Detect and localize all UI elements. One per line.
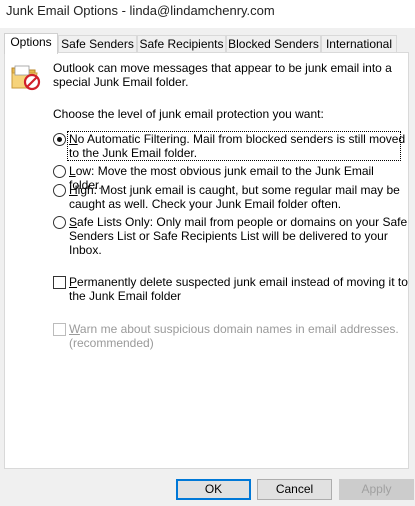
- title-bar: Junk Email Options - linda@lindamchenry.…: [0, 0, 415, 28]
- tab-safe-senders-label: Safe Senders: [61, 37, 134, 51]
- no-filtering-radio[interactable]: [53, 133, 66, 146]
- access-key-p: P: [69, 275, 78, 289]
- tab-international[interactable]: International: [321, 35, 397, 53]
- tab-strip: Options Safe Senders Safe Recipients Blo…: [4, 33, 409, 54]
- tab-safe-senders[interactable]: Safe Senders: [58, 35, 137, 53]
- ok-button[interactable]: OK: [176, 479, 251, 500]
- tab-options[interactable]: Options: [4, 33, 58, 54]
- access-key-s: S: [69, 215, 78, 229]
- warn-suspicious-checkbox[interactable]: [53, 323, 66, 336]
- permanently-delete-label-line-1[interactable]: Permanently delete suspected junk email …: [69, 275, 408, 289]
- tab-international-label: International: [325, 37, 393, 51]
- high-label-line-2[interactable]: caught as well. Check your Junk Email fo…: [69, 197, 341, 211]
- protection-heading: Choose the level of junk email protectio…: [53, 107, 324, 121]
- tab-blocked-senders[interactable]: Blocked Senders: [226, 35, 321, 53]
- tab-safe-recipients-label: Safe Recipients: [139, 37, 224, 51]
- safe-lists-only-radio[interactable]: [53, 216, 66, 229]
- high-label-text: igh: Most junk email is caught, but some…: [77, 183, 400, 197]
- no-filtering-label-line-1[interactable]: No Automatic Filtering. Mail from blocke…: [69, 132, 405, 146]
- intro-line-1: Outlook can move messages that appear to…: [53, 61, 392, 75]
- low-radio[interactable]: [53, 165, 66, 178]
- warn-suspicious-label-line-2: (recommended): [69, 336, 154, 350]
- intro-line-2: special Junk Email folder.: [53, 75, 189, 89]
- safe-lists-label-line-1[interactable]: Safe Lists Only: Only mail from people o…: [69, 215, 407, 229]
- permanently-delete-label-line-2[interactable]: the Junk Email folder: [69, 289, 181, 303]
- tab-blocked-senders-label: Blocked Senders: [228, 37, 319, 51]
- permanently-delete-checkbox[interactable]: [53, 276, 66, 289]
- tab-options-label: Options: [10, 35, 52, 49]
- apply-button[interactable]: Apply: [339, 479, 414, 500]
- access-key-w: W: [69, 322, 80, 336]
- safe-lists-label-line-3[interactable]: Inbox.: [69, 243, 102, 257]
- high-label-line-1[interactable]: High: Most junk email is caught, but som…: [69, 183, 400, 197]
- high-radio[interactable]: [53, 184, 66, 197]
- no-filtering-label-line-2[interactable]: to the Junk Email folder.: [69, 146, 197, 160]
- access-key-n: N: [69, 132, 78, 146]
- safe-lists-label-line-2[interactable]: Senders List or Safe Recipients List wil…: [69, 229, 388, 243]
- radio-selected-dot: [57, 137, 62, 142]
- safe-lists-label-text: afe Lists Only: Only mail from people or…: [77, 215, 408, 229]
- warn-suspicious-label-line-1: Warn me about suspicious domain names in…: [69, 322, 399, 336]
- window-title: Junk Email Options - linda@lindamchenry.…: [6, 3, 275, 18]
- permanently-delete-label-text: ermanently delete suspected junk email i…: [77, 275, 408, 289]
- warn-suspicious-label-text: arn me about suspicious domain names in …: [79, 322, 399, 336]
- options-panel: Outlook can move messages that appear to…: [4, 52, 409, 469]
- tab-safe-recipients[interactable]: Safe Recipients: [137, 35, 226, 53]
- access-key-l: L: [69, 164, 76, 178]
- no-filtering-label-text: o Automatic Filtering. Mail from blocked…: [77, 132, 406, 146]
- junk-folder-icon: [11, 65, 41, 91]
- access-key-h: H: [69, 183, 78, 197]
- cancel-button[interactable]: Cancel: [257, 479, 332, 500]
